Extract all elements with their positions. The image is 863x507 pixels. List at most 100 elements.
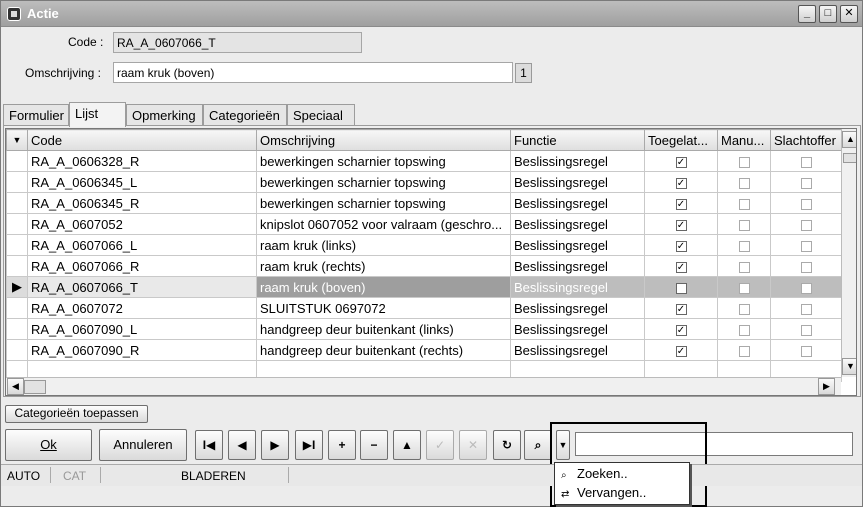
scroll-left-icon[interactable]: ◀ — [7, 378, 24, 395]
row-indicator[interactable] — [6, 150, 28, 172]
cell-toegelaten[interactable]: ✓ — [644, 171, 718, 193]
cell-functie[interactable]: Beslissingsregel — [510, 171, 645, 193]
cell-manu[interactable] — [717, 276, 771, 298]
categorieen-toepassen-button[interactable]: Categorieën toepassen — [5, 405, 148, 423]
cell-code[interactable]: RA_A_0607066_R — [27, 255, 257, 277]
cell-omschrijving[interactable]: bewerkingen scharnier topswing — [256, 171, 511, 193]
cell-slachtoffer[interactable] — [770, 339, 842, 361]
checkbox-manu[interactable] — [738, 282, 750, 294]
last-record-icon[interactable]: ▶I — [295, 430, 323, 460]
omschrijving-field[interactable]: raam kruk (boven) — [113, 62, 513, 83]
checkbox-toegelaten[interactable]: ✓ — [675, 324, 687, 336]
data-grid[interactable]: ▼ Code Omschrijving Functie Toegelat... … — [5, 128, 857, 396]
checkbox-toegelaten[interactable]: ✓ — [675, 261, 687, 273]
checkbox-toegelaten[interactable]: ✓ — [675, 219, 687, 231]
cell-omschrijving[interactable]: bewerkingen scharnier topswing — [256, 150, 511, 172]
horizontal-scroll-thumb[interactable] — [24, 380, 46, 394]
row-indicator[interactable] — [6, 255, 28, 277]
horizontal-scrollbar[interactable]: ◀ ▶ — [6, 377, 841, 395]
checkbox-slachtoffer[interactable] — [800, 303, 812, 315]
tab-opmerking[interactable]: Opmerking — [126, 104, 203, 126]
next-record-icon[interactable]: ▶ — [261, 430, 289, 460]
table-row[interactable]: RA_A_0607066_R raam kruk (rechts) Beslissi… — [6, 255, 842, 277]
cell-omschrijving[interactable]: SLUITSTUK 0697072 — [256, 297, 511, 319]
table-row[interactable]: RA_A_0606345_R bewerkingen scharnier tops… — [6, 192, 842, 214]
find-binoculars-icon[interactable]: ⌕ — [524, 430, 552, 460]
cell-toegelaten[interactable]: ✓ — [644, 276, 718, 298]
checkbox-manu[interactable] — [738, 303, 750, 315]
first-record-icon[interactable]: I◀ — [195, 430, 223, 460]
minimize-icon[interactable]: _ — [798, 5, 816, 23]
cell-functie[interactable]: Beslissingsregel — [510, 255, 645, 277]
table-row[interactable]: RA_A_0607072 SLUITSTUK 0697072 Beslissings… — [6, 297, 842, 319]
table-row[interactable]: RA_A_0607066_L raam kruk (links) Beslissin… — [6, 234, 842, 256]
checkbox-toegelaten[interactable]: ✓ — [675, 177, 687, 189]
post-record-icon[interactable]: ✓ — [426, 430, 454, 460]
checkbox-toegelaten[interactable]: ✓ — [675, 345, 687, 357]
cell-functie[interactable]: Beslissingsregel — [510, 234, 645, 256]
cell-code[interactable]: RA_A_0607066_L — [27, 234, 257, 256]
cell-toegelaten[interactable]: ✓ — [644, 297, 718, 319]
cell-manu[interactable] — [717, 255, 771, 277]
table-row[interactable]: RA_A_0606328_R bewerkingen scharnier tops… — [6, 150, 842, 172]
cell-toegelaten[interactable]: ✓ — [644, 339, 718, 361]
checkbox-slachtoffer[interactable] — [800, 324, 812, 336]
checkbox-toegelaten[interactable]: ✓ — [675, 240, 687, 252]
cell-code[interactable]: RA_A_0606345_L — [27, 171, 257, 193]
table-row[interactable]: RA_A_0606345_L bewerkingen scharnier tops… — [6, 171, 842, 193]
cell-slachtoffer[interactable] — [770, 276, 842, 298]
table-row[interactable]: RA_A_0607052 knipslot 0607052 voor valraa… — [6, 213, 842, 235]
cell-manu[interactable] — [717, 297, 771, 319]
cell-manu[interactable] — [717, 192, 771, 214]
cell-functie[interactable]: Beslissingsregel — [510, 213, 645, 235]
row-indicator[interactable]: ▶ — [6, 276, 28, 298]
checkbox-manu[interactable] — [738, 345, 750, 357]
cell-code[interactable]: RA_A_0607072 — [27, 297, 257, 319]
cancel-record-icon[interactable]: ✕ — [459, 430, 487, 460]
checkbox-toegelaten[interactable]: ✓ — [675, 282, 687, 294]
column-header-omschrijving[interactable]: Omschrijving — [256, 129, 511, 151]
cell-toegelaten[interactable]: ✓ — [644, 150, 718, 172]
column-header-code[interactable]: Code — [27, 129, 257, 151]
cell-omschrijving[interactable]: raam kruk (boven) — [256, 276, 511, 298]
scroll-up-icon[interactable]: ▲ — [842, 131, 856, 148]
checkbox-manu[interactable] — [738, 177, 750, 189]
scroll-down-icon[interactable]: ▼ — [842, 358, 856, 375]
cell-manu[interactable] — [717, 318, 771, 340]
cell-slachtoffer[interactable] — [770, 150, 842, 172]
cell-slachtoffer[interactable] — [770, 192, 842, 214]
table-row[interactable]: ▶ RA_A_0607066_T raam kruk (boven) Beslissi… — [6, 276, 842, 298]
checkbox-manu[interactable] — [738, 198, 750, 210]
prev-record-icon[interactable]: ◀ — [228, 430, 256, 460]
maximize-icon[interactable]: □ — [819, 5, 837, 23]
cell-omschrijving[interactable]: bewerkingen scharnier topswing — [256, 192, 511, 214]
tab-formulier[interactable]: Formulier — [3, 104, 69, 126]
column-header-manu[interactable]: Manu... — [717, 129, 771, 151]
checkbox-slachtoffer[interactable] — [800, 345, 812, 357]
menu-item-vervangen[interactable]: ⇄ Vervangen.. — [561, 485, 646, 503]
row-indicator[interactable] — [6, 192, 28, 214]
cell-omschrijving[interactable]: knipslot 0607052 voor valraam (geschro..… — [256, 213, 511, 235]
checkbox-manu[interactable] — [738, 240, 750, 252]
cell-code[interactable]: RA_A_0607090_L — [27, 318, 257, 340]
column-header-functie[interactable]: Functie — [510, 129, 645, 151]
annuleren-button[interactable]: Annuleren — [99, 429, 187, 461]
refresh-icon[interactable]: ↻ — [493, 430, 521, 460]
column-header-toegelaten[interactable]: Toegelat... — [644, 129, 718, 151]
cell-slachtoffer[interactable] — [770, 213, 842, 235]
cell-functie[interactable]: Beslissingsregel — [510, 192, 645, 214]
checkbox-slachtoffer[interactable] — [800, 177, 812, 189]
title-bar[interactable]: Actie _ □ ✕ — [1, 1, 862, 27]
table-row[interactable]: RA_A_0607090_R handgreep deur buitenkant … — [6, 339, 842, 361]
cell-omschrijving[interactable]: handgreep deur buitenkant (links) — [256, 318, 511, 340]
cell-omschrijving[interactable]: raam kruk (rechts) — [256, 255, 511, 277]
checkbox-manu[interactable] — [738, 156, 750, 168]
checkbox-slachtoffer[interactable] — [800, 198, 812, 210]
cell-manu[interactable] — [717, 234, 771, 256]
cell-toegelaten[interactable]: ✓ — [644, 213, 718, 235]
checkbox-slachtoffer[interactable] — [800, 219, 812, 231]
cell-slachtoffer[interactable] — [770, 318, 842, 340]
tab-speciaal[interactable]: Speciaal — [287, 104, 355, 126]
cell-code[interactable]: RA_A_0606328_R — [27, 150, 257, 172]
checkbox-toegelaten[interactable]: ✓ — [675, 156, 687, 168]
